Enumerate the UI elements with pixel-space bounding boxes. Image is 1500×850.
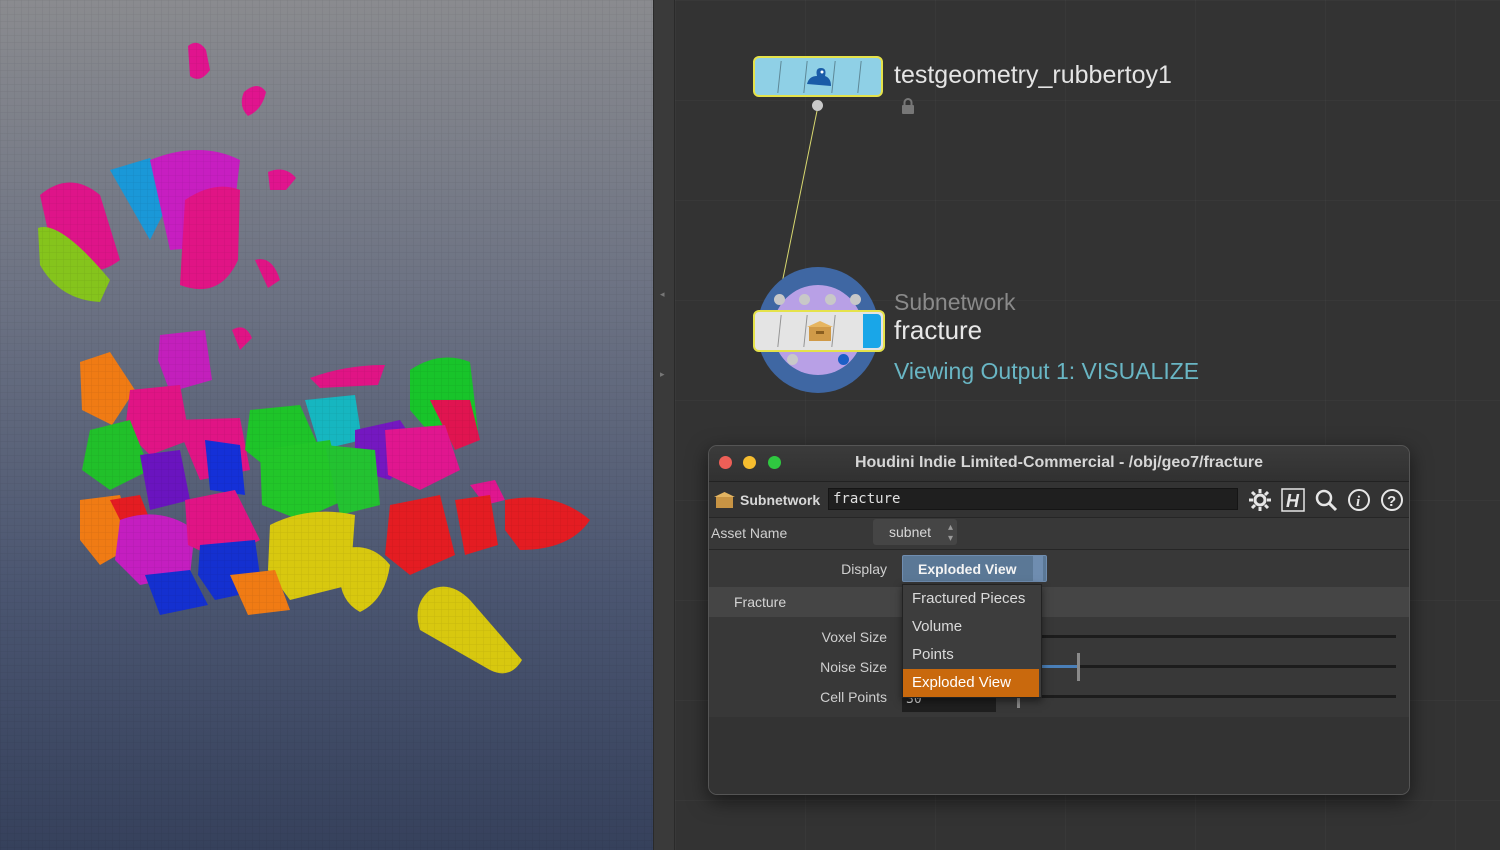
collapse-right-arrow-icon[interactable]: ▸ bbox=[660, 370, 668, 380]
window-titlebar[interactable]: Houdini Indie Limited-Commercial - /obj/… bbox=[709, 446, 1409, 482]
window-title: Houdini Indie Limited-Commercial - /obj/… bbox=[854, 454, 1264, 471]
parameter-toolbar: Subnetwork fracture H i ? bbox=[709, 482, 1409, 518]
voxel-size-slider[interactable] bbox=[1039, 635, 1396, 638]
option-volume[interactable]: Volume bbox=[903, 613, 1039, 641]
asset-name-menu[interactable]: subnet ▴ ▾ bbox=[873, 519, 957, 545]
display-flag[interactable] bbox=[863, 314, 881, 348]
help-icon[interactable]: ? bbox=[1380, 488, 1404, 512]
node-name-field[interactable]: fracture bbox=[828, 488, 1238, 510]
exploded-geometry-render bbox=[0, 0, 653, 850]
node2-type: Subnetwork bbox=[894, 289, 1016, 315]
display-menu-value: Exploded View bbox=[918, 561, 1017, 577]
parameter-window[interactable]: Houdini Indie Limited-Commercial - /obj/… bbox=[708, 445, 1410, 795]
menu-arrow-icon bbox=[1033, 556, 1043, 581]
svg-text:?: ? bbox=[1387, 493, 1396, 510]
cell-points-label: Cell Points bbox=[820, 689, 887, 705]
option-points[interactable]: Points bbox=[903, 641, 1039, 669]
noise-size-slider-fill bbox=[1039, 665, 1077, 668]
option-exploded-view[interactable]: Exploded View bbox=[903, 669, 1039, 697]
viewing-output-label: Viewing Output 1: VISUALIZE bbox=[894, 358, 1200, 384]
rubbertoy-icon bbox=[807, 68, 831, 86]
collapse-left-arrow-icon[interactable]: ◂ bbox=[660, 290, 668, 300]
gear-icon[interactable] bbox=[1248, 488, 1272, 512]
svg-text:i: i bbox=[1356, 494, 1361, 510]
noise-size-slider[interactable] bbox=[1039, 665, 1396, 668]
subnet-input-1[interactable] bbox=[774, 294, 785, 305]
subnet-output-1[interactable] bbox=[787, 354, 798, 365]
node2-name: fracture bbox=[894, 315, 983, 345]
subnet-input-2[interactable] bbox=[799, 294, 810, 305]
cell-points-slider[interactable] bbox=[999, 695, 1396, 698]
fracture-node[interactable] bbox=[753, 310, 885, 352]
fracture-folder-label: Fracture bbox=[734, 594, 787, 610]
testgeometry-node[interactable] bbox=[753, 56, 883, 97]
noise-size-handle[interactable] bbox=[1077, 653, 1080, 681]
subnet-type-icon[interactable] bbox=[713, 489, 737, 511]
subnet-input-4[interactable] bbox=[850, 294, 861, 305]
display-dropdown-list[interactable]: Fractured Pieces Volume Points Exploded … bbox=[902, 584, 1042, 698]
node1-output-connector[interactable] bbox=[812, 100, 823, 111]
node-type-label: Subnetwork bbox=[740, 492, 821, 508]
voxel-size-label: Voxel Size bbox=[821, 629, 887, 645]
updown-arrows-icon: ▴ ▾ bbox=[947, 522, 953, 544]
display-menu[interactable]: Exploded View bbox=[902, 555, 1047, 582]
lock-icon bbox=[902, 98, 914, 114]
houdini-h-icon[interactable]: H bbox=[1281, 488, 1305, 512]
node1-name: testgeometry_rubbertoy1 bbox=[894, 61, 1172, 89]
subnet-input-3[interactable] bbox=[825, 294, 836, 305]
option-fractured-pieces[interactable]: Fractured Pieces bbox=[903, 585, 1039, 613]
subnet-output-2[interactable] bbox=[838, 354, 849, 365]
noise-size-label: Noise Size bbox=[820, 659, 887, 675]
pane-splitter[interactable]: ◂ ▸ bbox=[653, 0, 675, 850]
parameter-empty-area bbox=[709, 717, 1409, 794]
asset-name-label: Asset Name bbox=[711, 525, 788, 541]
display-label: Display bbox=[841, 561, 887, 577]
svg-text:H: H bbox=[1286, 491, 1300, 511]
subnet-box-icon bbox=[807, 321, 833, 341]
fracture-folder[interactable]: Fracture bbox=[709, 587, 1409, 617]
search-icon[interactable] bbox=[1314, 488, 1338, 512]
info-icon[interactable]: i bbox=[1347, 488, 1371, 512]
scene-viewport[interactable] bbox=[0, 0, 653, 850]
asset-name-value: subnet bbox=[889, 524, 932, 540]
